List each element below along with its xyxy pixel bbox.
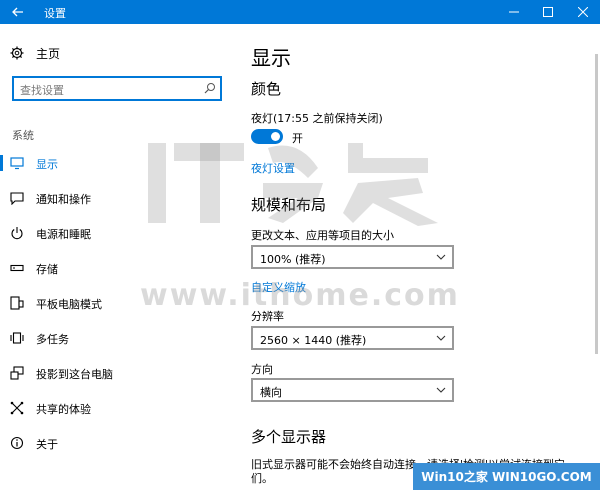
gear-icon bbox=[10, 46, 24, 60]
sidebar-item-label: 存储 bbox=[36, 263, 58, 276]
sidebar-item-label: 显示 bbox=[36, 158, 58, 171]
sidebar-item-label: 电源和睡眠 bbox=[36, 228, 91, 241]
group-title: 系统 bbox=[12, 129, 34, 142]
custom-scale-link[interactable]: 自定义缩放 bbox=[251, 279, 306, 295]
orientation-value: 横向 bbox=[260, 386, 282, 399]
share-icon bbox=[10, 401, 24, 415]
page-title: 显示 bbox=[251, 46, 291, 70]
resolution-label: 分辨率 bbox=[251, 310, 284, 323]
minimize-button[interactable] bbox=[497, 0, 531, 24]
monitor-icon bbox=[10, 157, 24, 170]
message-icon bbox=[10, 192, 24, 205]
window-title: 设置 bbox=[44, 7, 66, 20]
sidebar-item-project[interactable]: 投影到这台电脑 bbox=[0, 360, 232, 386]
scrollbar[interactable] bbox=[595, 54, 598, 354]
search-placeholder: 查找设置 bbox=[20, 84, 64, 97]
close-icon bbox=[578, 7, 588, 17]
sidebar-item-power[interactable]: 电源和睡眠 bbox=[0, 220, 232, 246]
scale-label: 更改文本、应用等项目的大小 bbox=[251, 229, 394, 242]
sidebar-item-label: 投影到这台电脑 bbox=[36, 368, 113, 381]
chevron-down-icon bbox=[436, 387, 446, 393]
back-arrow-icon bbox=[12, 7, 23, 17]
tablet-icon bbox=[10, 296, 24, 310]
close-button[interactable] bbox=[566, 0, 600, 24]
power-icon bbox=[11, 227, 23, 240]
scale-heading: 规模和布局 bbox=[251, 196, 327, 214]
sidebar-item-label: 关于 bbox=[36, 438, 58, 451]
home-button[interactable]: 主页 bbox=[10, 44, 60, 62]
project-icon bbox=[10, 366, 24, 380]
sidebar-item-display[interactable]: 显示 bbox=[0, 150, 232, 176]
sidebar: 主页 查找设置 系统 显示 通知和操作 电源和睡眠 存储 平板电脑模式 多任务 … bbox=[0, 24, 232, 490]
color-heading: 颜色 bbox=[251, 80, 282, 98]
sidebar-item-storage[interactable]: 存储 bbox=[0, 255, 232, 281]
title-bar: 设置 bbox=[0, 0, 600, 24]
resolution-value: 2560 × 1440 (推荐) bbox=[260, 334, 367, 347]
toggle-knob bbox=[271, 132, 280, 141]
orientation-dropdown[interactable]: 横向 bbox=[251, 378, 454, 402]
sidebar-item-shared[interactable]: 共享的体验 bbox=[0, 395, 232, 421]
scale-dropdown[interactable]: 100% (推荐) bbox=[251, 245, 454, 269]
night-light-toggle[interactable] bbox=[251, 129, 283, 144]
sidebar-item-tablet[interactable]: 平板电脑模式 bbox=[0, 290, 232, 316]
multitask-icon bbox=[10, 332, 24, 344]
night-light-settings-link[interactable]: 夜灯设置 bbox=[251, 160, 295, 176]
home-label: 主页 bbox=[36, 46, 61, 61]
minimize-icon bbox=[509, 11, 519, 13]
sidebar-item-label: 通知和操作 bbox=[36, 193, 91, 206]
sidebar-item-label: 平板电脑模式 bbox=[36, 298, 102, 311]
maximize-icon bbox=[543, 7, 553, 17]
sidebar-item-multitask[interactable]: 多任务 bbox=[0, 325, 232, 351]
sidebar-item-label: 共享的体验 bbox=[36, 403, 91, 416]
chevron-down-icon bbox=[436, 254, 446, 260]
sidebar-item-notifications[interactable]: 通知和操作 bbox=[0, 185, 232, 211]
maximize-button[interactable] bbox=[531, 0, 565, 24]
storage-icon bbox=[10, 264, 24, 272]
main-content: 显示 颜色 夜灯(17:55 之前保持关闭) 开 夜灯设置 规模和布局 更改文本… bbox=[232, 24, 600, 490]
multi-display-heading: 多个显示器 bbox=[251, 428, 327, 446]
resolution-dropdown[interactable]: 2560 × 1440 (推荐) bbox=[251, 326, 454, 350]
info-icon bbox=[10, 436, 24, 450]
search-icon[interactable] bbox=[204, 82, 216, 94]
scale-value: 100% (推荐) bbox=[260, 253, 326, 266]
search-input[interactable]: 查找设置 bbox=[12, 76, 222, 101]
sidebar-item-label: 多任务 bbox=[36, 333, 69, 346]
chevron-down-icon bbox=[436, 335, 446, 341]
night-light-label: 夜灯(17:55 之前保持关闭) bbox=[251, 112, 383, 125]
active-indicator bbox=[0, 155, 3, 171]
watermark-badge: Win10之家 WIN10GO.COM bbox=[413, 463, 600, 490]
sidebar-item-about[interactable]: 关于 bbox=[0, 430, 232, 456]
back-button[interactable] bbox=[0, 0, 36, 24]
night-light-state: 开 bbox=[292, 132, 303, 145]
orientation-label: 方向 bbox=[251, 363, 273, 376]
